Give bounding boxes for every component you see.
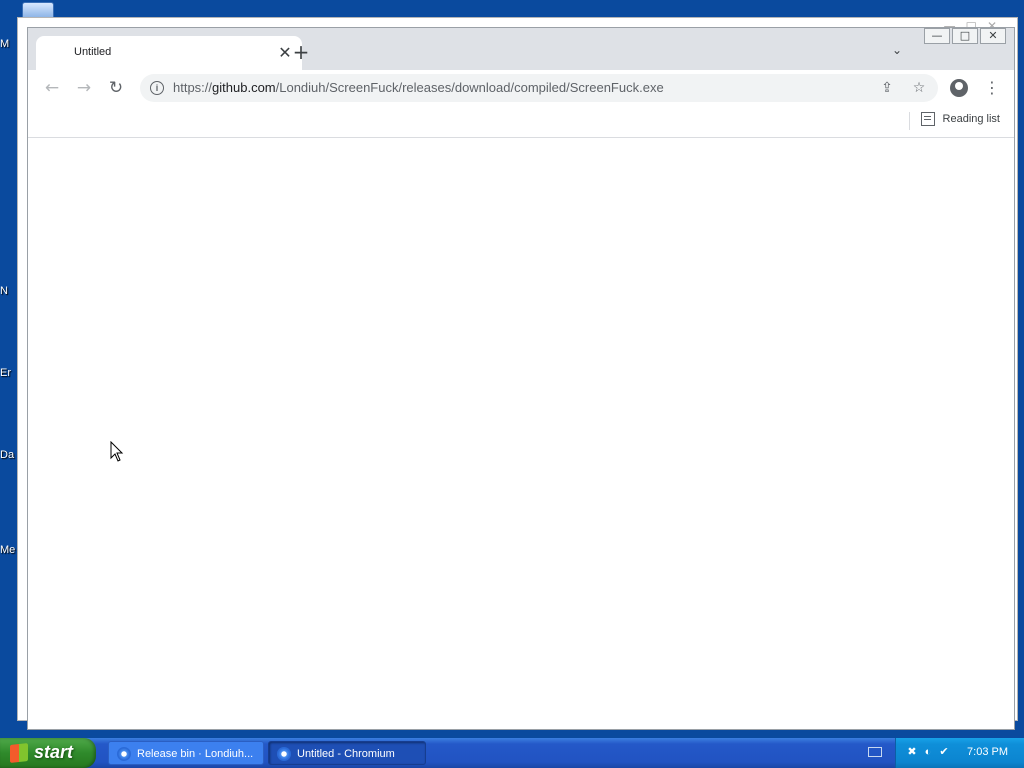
- taskbar-button-release[interactable]: Release bin · Londiuh...: [108, 741, 264, 765]
- bookmarks-bar: Reading list: [28, 106, 1014, 138]
- reading-list-button[interactable]: Reading list: [920, 112, 1000, 126]
- clock[interactable]: 7:03 PM: [967, 746, 1008, 758]
- tab-search-icon[interactable]: ⌄: [888, 41, 906, 59]
- desktop-label-5[interactable]: Me: [0, 544, 15, 556]
- keyboard-icon[interactable]: [868, 747, 882, 757]
- desktop-label-2[interactable]: N: [0, 285, 8, 297]
- url-prefix: https://: [173, 80, 213, 95]
- start-label: start: [34, 742, 74, 762]
- maximize-button[interactable]: □: [952, 28, 978, 44]
- share-icon[interactable]: ⇪: [878, 79, 896, 97]
- chromium-icon: [277, 747, 291, 761]
- bookmark-star-icon[interactable]: ☆: [910, 79, 928, 97]
- network-icon[interactable]: ✖: [906, 746, 918, 758]
- bookmarks-separator: [909, 112, 910, 130]
- taskbar: start Release bin · Londiuh... Untitled …: [0, 738, 1024, 768]
- page-content[interactable]: [28, 138, 1014, 729]
- start-button[interactable]: start: [0, 738, 96, 768]
- chromium-icon: [117, 747, 131, 761]
- reload-button[interactable]: ↻: [104, 76, 128, 100]
- taskbar-button-label: Untitled - Chromium: [297, 748, 395, 760]
- desktop-label-1[interactable]: M: [0, 38, 9, 50]
- taskbar-button-untitled[interactable]: Untitled - Chromium: [268, 741, 426, 765]
- url-path: /Londiuh/ScreenFuck/releases/download/co…: [275, 80, 664, 95]
- windows-flag-icon: [10, 743, 28, 763]
- taskbar-button-label: Release bin · Londiuh...: [137, 748, 254, 760]
- tab-strip: Untitled ✕ + ⌄ — □ ✕: [28, 28, 1014, 70]
- address-bar[interactable]: i https://github.com/Londiuh/ScreenFuck/…: [140, 74, 938, 102]
- browser-window: Untitled ✕ + ⌄ — □ ✕ ← → ↻ i https://git…: [27, 27, 1015, 730]
- back-button[interactable]: ←: [40, 76, 64, 100]
- tab-title: Untitled: [74, 46, 112, 58]
- tab-untitled[interactable]: Untitled ✕: [36, 36, 302, 70]
- desktop-label-4[interactable]: Da: [0, 449, 14, 461]
- security-icon[interactable]: ✔: [938, 746, 950, 758]
- system-tray: ✖ ◐ ✔ 7:03 PM: [895, 738, 1024, 768]
- site-info-icon[interactable]: i: [150, 81, 164, 95]
- toolbar: ← → ↻ i https://github.com/Londiuh/Scree…: [28, 70, 1014, 106]
- reading-list-icon: [920, 112, 935, 126]
- close-button[interactable]: ✕: [980, 28, 1006, 44]
- minimize-button[interactable]: —: [924, 28, 950, 44]
- window-controls: — □ ✕: [924, 28, 1006, 44]
- mouse-cursor-icon: [110, 441, 124, 462]
- menu-icon[interactable]: ⋮: [984, 78, 1000, 98]
- url-text[interactable]: https://github.com/Londiuh/ScreenFuck/re…: [173, 80, 664, 95]
- desktop-label-3[interactable]: Er: [0, 367, 11, 379]
- forward-button[interactable]: →: [72, 76, 96, 100]
- reading-list-label: Reading list: [942, 113, 1000, 125]
- volume-icon[interactable]: ◐: [922, 746, 934, 758]
- url-host: github.com: [212, 80, 276, 95]
- profile-icon[interactable]: [950, 79, 968, 97]
- new-tab-button[interactable]: +: [290, 42, 312, 64]
